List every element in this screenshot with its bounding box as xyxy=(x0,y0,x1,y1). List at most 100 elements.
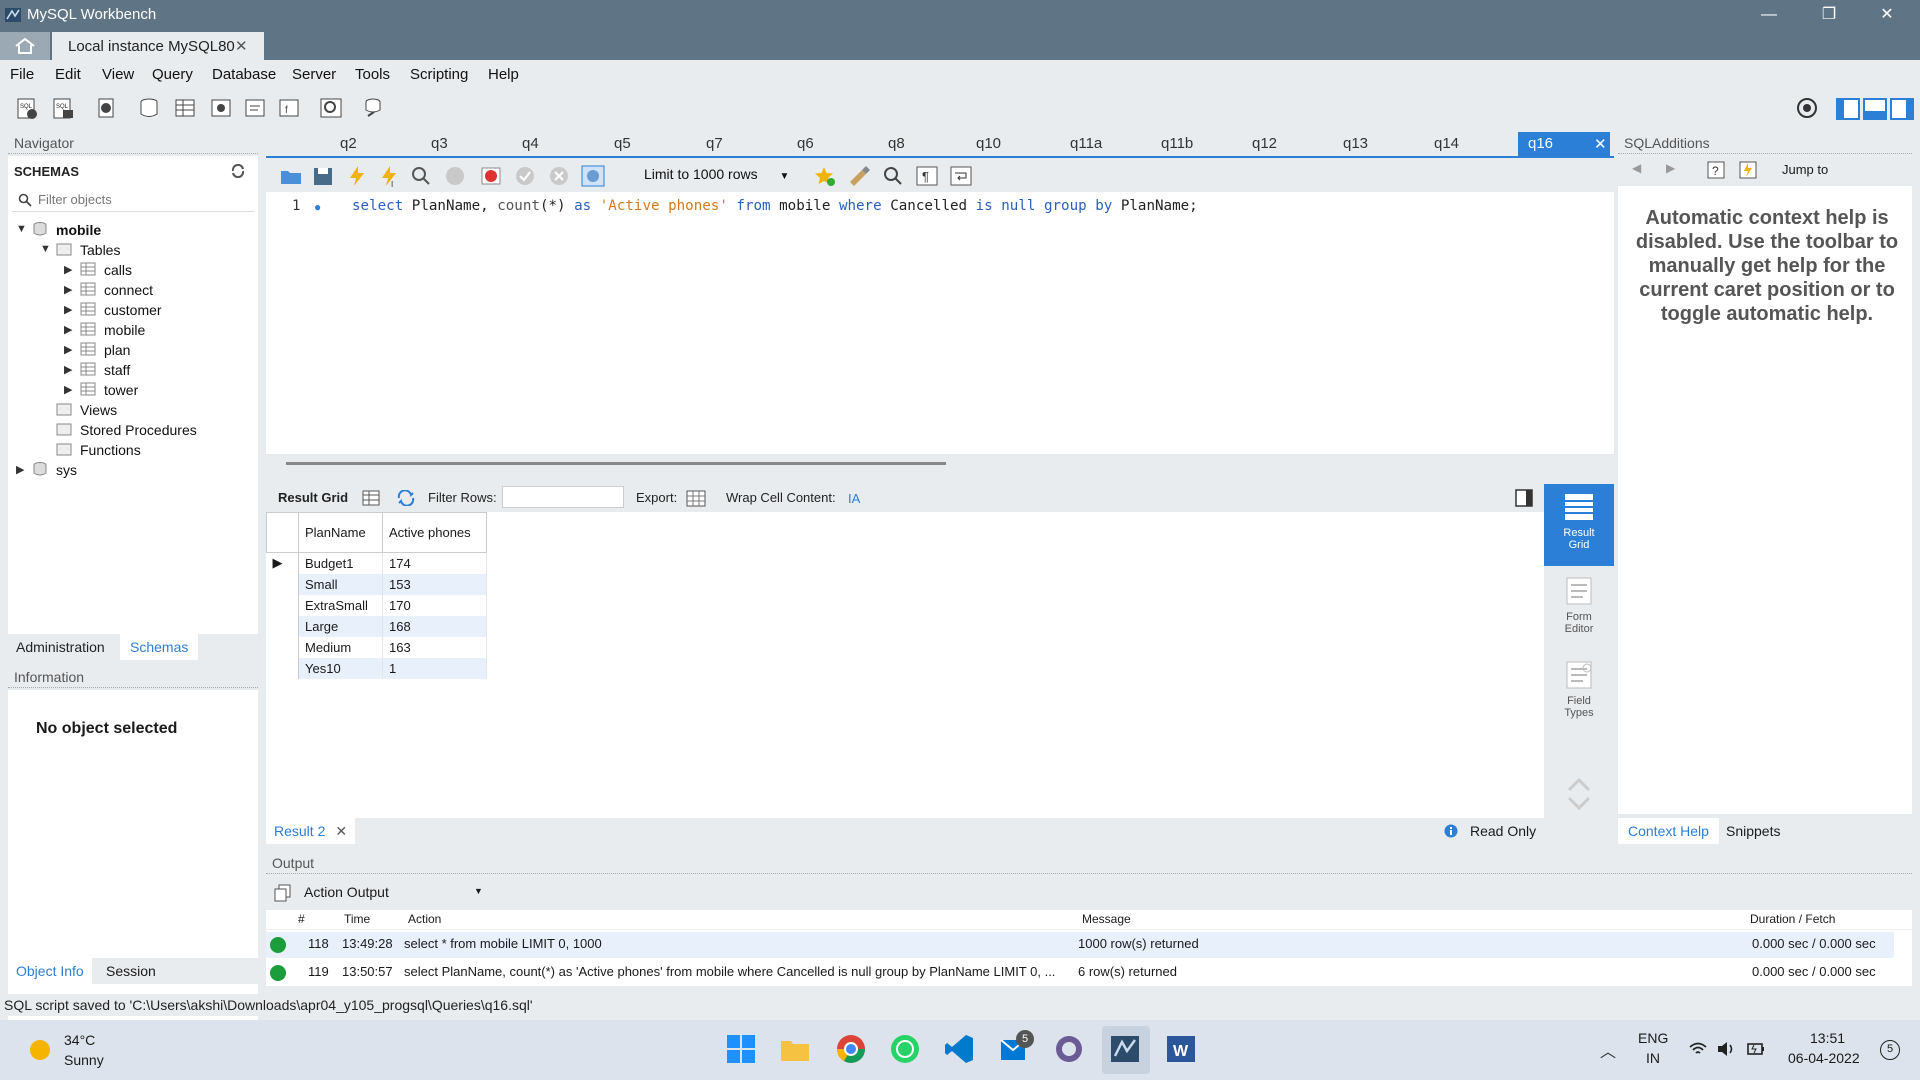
tab-q8[interactable]: q8 xyxy=(888,135,905,152)
minimize-button[interactable]: — xyxy=(1740,0,1798,30)
open-sql-script-icon[interactable]: SQL xyxy=(50,96,76,120)
connection-tab[interactable]: Local instance MySQL80 ✕ xyxy=(52,32,264,60)
copy-icon[interactable] xyxy=(274,884,292,902)
tab-q13[interactable]: q13 xyxy=(1343,135,1368,152)
chrome-icon[interactable] xyxy=(834,1032,868,1066)
filter-objects-field[interactable]: Filter objects xyxy=(12,188,254,212)
tree-item-table[interactable]: staff xyxy=(104,360,130,380)
tree-item-table[interactable]: customer xyxy=(104,300,162,320)
menu-view[interactable]: View xyxy=(102,66,134,83)
table-cell[interactable]: 168 xyxy=(382,615,487,637)
table-row[interactable]: Yes10 1 xyxy=(266,657,487,679)
word-icon[interactable]: W xyxy=(1164,1032,1198,1066)
table-cell[interactable]: Large xyxy=(298,615,383,637)
search-table-data-icon[interactable] xyxy=(318,96,344,120)
close-button[interactable]: ✕ xyxy=(1858,0,1916,30)
autocommit-icon[interactable] xyxy=(580,164,606,188)
auto-help-icon[interactable] xyxy=(1738,160,1758,180)
collapsed-arrow-icon[interactable]: ▶ xyxy=(64,363,72,376)
settings-icon[interactable] xyxy=(1794,96,1820,120)
table-cell[interactable]: 174 xyxy=(382,552,487,574)
tab-q4[interactable]: q4 xyxy=(522,135,539,152)
tree-functions[interactable]: Functions xyxy=(80,440,141,460)
menu-server[interactable]: Server xyxy=(292,66,336,83)
tab-q11a[interactable]: q11a xyxy=(1070,135,1102,152)
table-row[interactable]: 118 13:49:28 select * from mobile LIMIT … xyxy=(266,932,1894,958)
menu-file[interactable]: File xyxy=(10,66,34,83)
execute-current-icon[interactable]: I xyxy=(376,164,402,188)
limit-rows-select[interactable]: Limit to 1000 rows ▼ xyxy=(644,166,789,182)
table-row[interactable]: Medium 163 xyxy=(266,636,487,658)
sql-editor[interactable]: 1 ● select PlanName, count(*) as 'Active… xyxy=(266,192,1614,454)
create-schema-icon[interactable] xyxy=(136,96,162,120)
create-table-icon[interactable] xyxy=(172,96,198,120)
region-indicator[interactable]: IN xyxy=(1646,1050,1660,1066)
table-row[interactable]: 119 13:50:57 select PlanName, count(*) a… xyxy=(266,960,1894,986)
table-cell[interactable]: Yes10 xyxy=(298,657,383,679)
table-row[interactable]: Large 168 xyxy=(266,615,487,637)
home-tab[interactable] xyxy=(0,32,50,60)
menu-database[interactable]: Database xyxy=(212,66,276,83)
toggle-errors-icon[interactable] xyxy=(478,164,504,188)
row-selector[interactable] xyxy=(266,594,299,616)
expand-arrow-icon[interactable]: ▼ xyxy=(40,243,51,255)
menu-tools[interactable]: Tools xyxy=(355,66,390,83)
open-folder-icon[interactable] xyxy=(278,164,304,188)
collapsed-arrow-icon[interactable]: ▶ xyxy=(64,263,72,276)
create-procedure-icon[interactable] xyxy=(242,96,268,120)
tab-q6[interactable]: q6 xyxy=(797,135,814,152)
result-grid-button[interactable]: Result Grid xyxy=(1544,484,1614,566)
create-function-icon[interactable]: f xyxy=(276,96,302,120)
wifi-icon[interactable] xyxy=(1688,1040,1708,1058)
save-icon[interactable] xyxy=(310,164,336,188)
beautify-icon[interactable] xyxy=(846,164,872,188)
field-types-button[interactable]: Field Types xyxy=(1544,654,1614,736)
language-indicator[interactable]: ENG xyxy=(1638,1030,1668,1046)
tree-tables[interactable]: Tables xyxy=(80,240,120,260)
execute-icon[interactable] xyxy=(344,164,370,188)
tab-q11b[interactable]: q11b xyxy=(1161,135,1193,152)
row-selector-icon[interactable]: ▶ xyxy=(266,552,299,574)
tab-session[interactable]: Session xyxy=(106,963,156,979)
commit-icon[interactable] xyxy=(512,164,538,188)
explain-icon[interactable] xyxy=(408,164,434,188)
toggle-side-panel-icon[interactable] xyxy=(1514,488,1534,508)
file-explorer-icon[interactable] xyxy=(778,1032,812,1066)
create-view-icon[interactable] xyxy=(208,96,234,120)
tab-q12[interactable]: q12 xyxy=(1252,135,1277,152)
output-type-select[interactable]: Action Output xyxy=(304,884,389,900)
menu-scripting[interactable]: Scripting xyxy=(410,66,468,83)
result-grid-label[interactable]: Result Grid xyxy=(278,490,348,505)
row-selector[interactable] xyxy=(266,636,299,658)
collapsed-arrow-icon[interactable]: ▶ xyxy=(64,283,72,296)
windows-start-icon[interactable] xyxy=(724,1032,758,1066)
collapsed-arrow-icon[interactable]: ▶ xyxy=(64,343,72,356)
menu-help[interactable]: Help xyxy=(488,66,519,83)
browser-icon[interactable] xyxy=(1052,1032,1086,1066)
table-cell[interactable]: Budget1 xyxy=(298,552,383,574)
refresh-icon[interactable] xyxy=(230,164,246,178)
new-sql-tab-icon[interactable]: SQL xyxy=(14,96,40,120)
wrap-lines-icon[interactable] xyxy=(948,164,974,188)
tree-stored-procedures[interactable]: Stored Procedures xyxy=(80,420,197,440)
table-cell[interactable]: ExtraSmall xyxy=(298,594,383,616)
tree-item-table[interactable]: mobile xyxy=(104,320,145,340)
close-tab-icon[interactable]: ✕ xyxy=(235,37,248,55)
tab-q3[interactable]: q3 xyxy=(431,135,448,152)
row-selector[interactable] xyxy=(266,573,299,595)
close-tab-icon[interactable]: ✕ xyxy=(335,823,347,839)
tree-item-table[interactable]: plan xyxy=(104,340,130,360)
table-cell[interactable]: 163 xyxy=(382,636,487,658)
collapsed-arrow-icon[interactable]: ▶ xyxy=(64,303,72,316)
grid-view-icon[interactable] xyxy=(362,490,380,506)
scroll-arrows-icon[interactable] xyxy=(1566,774,1592,814)
collapsed-arrow-icon[interactable]: ▶ xyxy=(64,383,72,396)
tab-result-2[interactable]: Result 2 ✕ xyxy=(266,818,356,844)
clock-date[interactable]: 06-04-2022 xyxy=(1788,1050,1860,1066)
tree-db-mobile[interactable]: mobile xyxy=(56,220,101,240)
stop-icon[interactable] xyxy=(442,164,468,188)
mysql-workbench-taskbar-icon[interactable] xyxy=(1108,1032,1142,1066)
tab-snippets[interactable]: Snippets xyxy=(1726,823,1780,839)
tab-q14[interactable]: q14 xyxy=(1434,135,1459,152)
collapsed-arrow-icon[interactable]: ▶ xyxy=(64,323,72,336)
